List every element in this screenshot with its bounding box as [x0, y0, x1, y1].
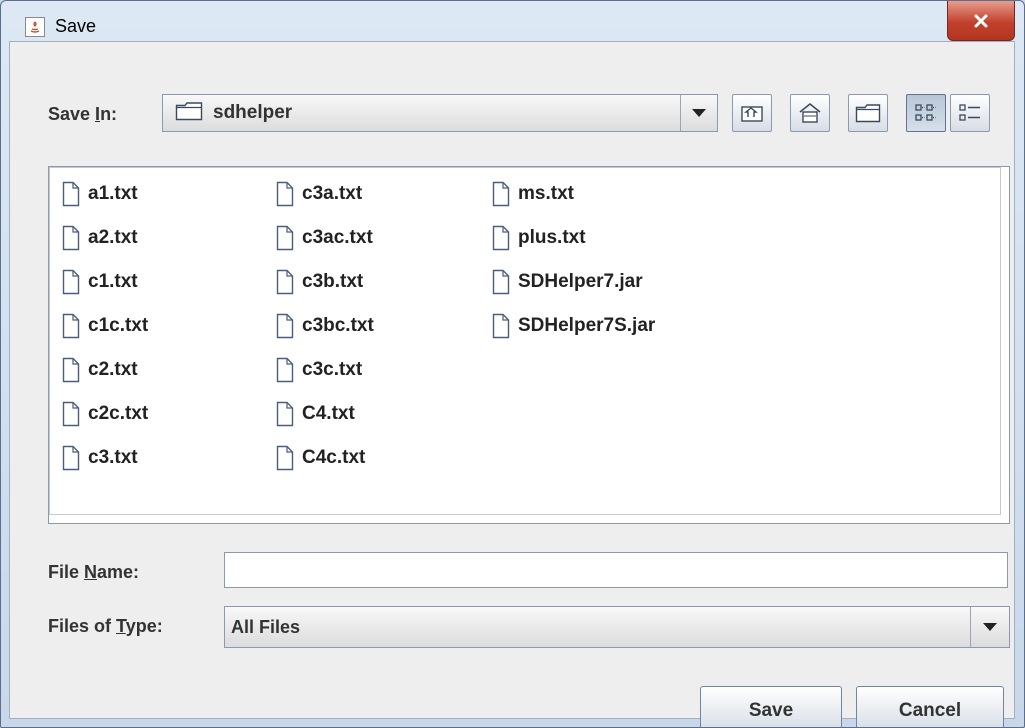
file-item[interactable]: c3.txt	[62, 436, 148, 480]
details-view-icon	[959, 104, 980, 121]
file-icon	[276, 445, 294, 471]
file-item-label: plus.txt	[518, 227, 586, 248]
title-bar[interactable]: Save	[1, 1, 1024, 41]
save-in-value: sdhelper	[213, 102, 293, 123]
file-icon	[62, 313, 80, 339]
home-icon	[799, 103, 821, 123]
file-item[interactable]: SDHelper7.jar	[492, 260, 655, 304]
file-item-label: c2.txt	[88, 359, 138, 380]
file-item[interactable]: c2.txt	[62, 348, 148, 392]
file-item-label: C4.txt	[302, 403, 355, 424]
file-item-label: a2.txt	[88, 227, 138, 248]
file-icon	[492, 313, 510, 339]
file-item-label: c3ac.txt	[302, 227, 373, 248]
file-item[interactable]: c2c.txt	[62, 392, 148, 436]
file-icon	[276, 357, 294, 383]
file-item[interactable]: c1c.txt	[62, 304, 148, 348]
close-button[interactable]	[947, 1, 1015, 41]
file-item[interactable]: c1.txt	[62, 260, 148, 304]
file-icon	[62, 401, 80, 427]
save-dialog: Save Save In: sdhelper a1.txt a2.txt c1.…	[0, 0, 1025, 728]
folder-icon	[175, 101, 203, 126]
file-item-label: a1.txt	[88, 183, 138, 204]
file-item-label: c2c.txt	[88, 403, 149, 424]
file-item-label: C4c.txt	[302, 447, 366, 468]
save-in-label: Save In:	[48, 104, 118, 124]
file-item[interactable]: plus.txt	[492, 216, 655, 260]
file-icon	[276, 225, 294, 251]
dialog-content: Save In: sdhelper a1.txt a2.txt c1.txt c…	[9, 41, 1015, 727]
file-icon	[62, 181, 80, 207]
file-item-label: c3.txt	[88, 447, 138, 468]
file-item[interactable]: a1.txt	[62, 172, 148, 216]
file-item-label: SDHelper7S.jar	[518, 315, 656, 336]
file-item[interactable]: SDHelper7S.jar	[492, 304, 655, 348]
save-in-combo[interactable]: sdhelper	[162, 94, 718, 132]
file-list[interactable]: a1.txt a2.txt c1.txt c1c.txt c2.txt c2c.txt c3…	[48, 166, 1010, 524]
file-item-label: c3c.txt	[302, 359, 363, 380]
file-item[interactable]: C4c.txt	[276, 436, 374, 480]
file-icon	[492, 225, 510, 251]
file-icon	[62, 269, 80, 295]
window-title: Save	[55, 16, 97, 36]
cancel-button[interactable]: Cancel	[856, 686, 1004, 727]
file-item-label: c3bc.txt	[302, 315, 374, 336]
home-button[interactable]	[790, 94, 830, 132]
file-item[interactable]: C4.txt	[276, 392, 374, 436]
file-type-value: All Files	[231, 616, 301, 637]
new-folder-icon	[855, 104, 881, 123]
file-item-label: SDHelper7.jar	[518, 271, 643, 292]
file-name-input[interactable]	[224, 552, 1008, 588]
file-icon	[276, 313, 294, 339]
file-icon	[276, 181, 294, 207]
file-icon	[276, 269, 294, 295]
file-icon	[62, 445, 80, 471]
new-folder-button[interactable]	[848, 94, 888, 132]
file-type-combo[interactable]: All Files	[224, 606, 1010, 648]
file-item[interactable]: c3a.txt	[276, 172, 374, 216]
file-list-viewport: a1.txt a2.txt c1.txt c1c.txt c2.txt c2c.txt c3…	[49, 167, 1001, 515]
close-icon	[974, 14, 988, 27]
list-view-icon	[915, 104, 936, 121]
file-icon	[492, 181, 510, 207]
file-icon	[62, 357, 80, 383]
file-item[interactable]: c3c.txt	[276, 348, 374, 392]
file-item[interactable]: ms.txt	[492, 172, 655, 216]
file-column-2: c3a.txt c3ac.txt c3b.txt c3bc.txt c3c.txt C4.…	[276, 172, 374, 480]
file-item-label: c3a.txt	[302, 183, 363, 204]
list-view-button[interactable]	[906, 94, 946, 132]
file-item-label: c3b.txt	[302, 271, 364, 292]
file-icon	[492, 269, 510, 295]
chevron-down-icon[interactable]	[680, 95, 717, 131]
file-item-label: c1c.txt	[88, 315, 149, 336]
details-view-button[interactable]	[950, 94, 990, 132]
java-app-icon	[25, 17, 45, 37]
up-one-level-button[interactable]	[732, 94, 772, 132]
file-item[interactable]: a2.txt	[62, 216, 148, 260]
file-icon	[276, 401, 294, 427]
file-item[interactable]: c3bc.txt	[276, 304, 374, 348]
file-column-1: a1.txt a2.txt c1.txt c1c.txt c2.txt c2c.txt c3…	[62, 172, 148, 480]
file-item[interactable]: c3b.txt	[276, 260, 374, 304]
file-icon	[62, 225, 80, 251]
file-name-label: File Name:	[48, 562, 140, 582]
file-item[interactable]: c3ac.txt	[276, 216, 374, 260]
file-item-label: ms.txt	[518, 183, 574, 204]
file-column-3: ms.txt plus.txt SDHelper7.jar SDHelper7S.ja…	[492, 172, 655, 348]
chevron-down-icon[interactable]	[970, 607, 1009, 647]
file-type-label: Files of Type:	[48, 616, 163, 636]
file-item-label: c1.txt	[88, 271, 138, 292]
save-button[interactable]: Save	[700, 686, 842, 727]
up-one-level-icon	[741, 106, 763, 122]
